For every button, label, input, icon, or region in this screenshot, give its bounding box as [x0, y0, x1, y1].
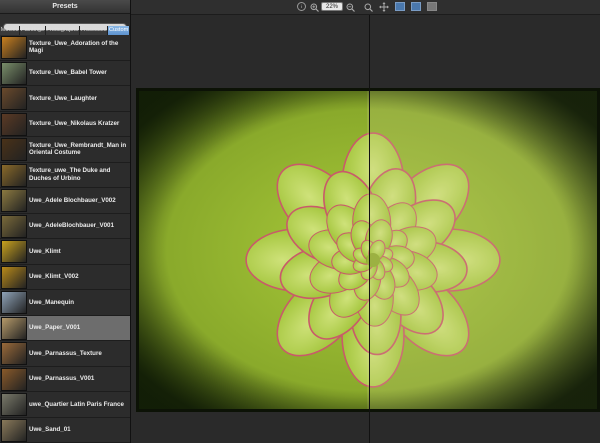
preset-thumbnail [1, 265, 27, 289]
succulent-photo[interactable] [136, 88, 600, 412]
preset-item[interactable]: Uwe_Paper_V001 [0, 315, 130, 341]
preset-thumbnail [1, 138, 27, 162]
preset-item[interactable]: Uwe_Parnassus_Texture [0, 341, 130, 367]
preset-thumbnail [1, 61, 27, 85]
preset-thumbnail [1, 87, 27, 111]
panel-title: Presets [0, 0, 130, 14]
toolbar: i 22% [131, 0, 600, 15]
preset-thumbnail [1, 342, 27, 366]
preset-thumbnail [1, 189, 27, 213]
preset-item[interactable]: Texture_Uwe_Laughter [0, 86, 130, 112]
tab-custom[interactable]: Custom [108, 26, 130, 35]
preset-label: Uwe_Paper_V001 [29, 324, 81, 331]
preset-label: Uwe_Klimt [29, 247, 61, 255]
preset-label: Uwe_Adele Blochbauer_V002 [29, 196, 116, 204]
preset-label: Texture_Uwe_Babel Tower [29, 69, 107, 76]
split-divider[interactable] [369, 15, 370, 443]
preset-label: Uwe_Parnassus_V001 [29, 375, 95, 382]
preset-label: Texture_Uwe_Laughter [29, 94, 97, 102]
preset-thumbnail [1, 214, 27, 238]
preset-thumbnail [1, 418, 27, 442]
preset-thumbnail [1, 316, 27, 340]
presets-panel: Presets Movies Paintings Photographs Pro… [0, 0, 131, 443]
preset-item[interactable]: Uwe_Manequin [0, 290, 130, 316]
preset-item[interactable]: Texture_Uwe_Babel Tower [0, 60, 130, 86]
preset-list: Texture_Uwe_Adoration of the Magi Texture… [0, 35, 130, 443]
tab-paintings[interactable]: Paintings [20, 26, 46, 35]
tab-processes[interactable]: Processes [80, 26, 109, 35]
preset-label: Uwe_Parnassus_Texture [29, 349, 102, 357]
preset-label: Uwe_AdeleBlochbauer_V001 [29, 222, 114, 229]
preset-item[interactable]: Uwe_AdeleBlochbauer_V001 [0, 213, 130, 239]
side-by-side-icon[interactable] [427, 2, 437, 11]
preset-label: Uwe_Sand_01 [29, 426, 71, 433]
zoom-out-icon[interactable] [345, 2, 355, 12]
preset-thumbnail [1, 367, 27, 391]
preset-thumbnail [1, 163, 27, 187]
preset-item[interactable]: uwe_Quartier Latin Paris France [0, 392, 130, 418]
preset-item[interactable]: Texture_Uwe_Rembrandt_Man in Oriental Co… [0, 137, 130, 163]
zoom-level-field[interactable]: 22% [321, 2, 343, 11]
search-bar [0, 14, 130, 31]
tab-movies[interactable]: Movies [0, 26, 21, 35]
preset-item[interactable]: Uwe_Sand_01 [0, 417, 130, 443]
preset-item[interactable]: Uwe_Klimt [0, 239, 130, 265]
preset-thumbnail [1, 112, 27, 136]
info-icon[interactable]: i [297, 2, 306, 11]
preset-item[interactable]: Uwe_Adele Blochbauer_V002 [0, 188, 130, 214]
single-view-icon[interactable] [395, 2, 405, 11]
preset-label: Texture_Uwe_Adoration of the Magi [29, 39, 119, 55]
preset-label: Uwe_Klimt_V002 [29, 273, 79, 280]
preset-thumbnail [1, 36, 27, 60]
zoom-in-icon[interactable] [309, 2, 319, 12]
split-view-icon[interactable] [411, 2, 421, 11]
preset-item[interactable]: Texture_uwe_The Duke and Duches of Urbin… [0, 162, 130, 188]
preset-label: Uwe_Manequin [29, 298, 75, 306]
tab-photographs[interactable]: Photographs [46, 26, 80, 35]
preset-label: Texture_Uwe_Rembrandt_Man in Oriental Co… [29, 141, 127, 157]
preset-thumbnail [1, 291, 27, 315]
image-canvas[interactable] [131, 15, 600, 443]
preset-item[interactable]: Uwe_Klimt_V002 [0, 264, 130, 290]
zoom-fit-icon[interactable] [363, 2, 373, 12]
preset-label: Texture_Uwe_Nikolaus Kratzer [29, 120, 120, 127]
preset-item[interactable]: Texture_Uwe_Adoration of the Magi [0, 35, 130, 61]
preset-thumbnail [1, 240, 27, 264]
preset-thumbnail [1, 393, 27, 417]
preset-label: Texture_uwe_The Duke and Duches of Urbin… [29, 167, 111, 182]
preset-item[interactable]: Uwe_Parnassus_V001 [0, 366, 130, 392]
preset-label: uwe_Quartier Latin Paris France [29, 400, 124, 408]
preset-item[interactable]: Texture_Uwe_Nikolaus Kratzer [0, 111, 130, 137]
pan-icon[interactable] [379, 2, 389, 12]
